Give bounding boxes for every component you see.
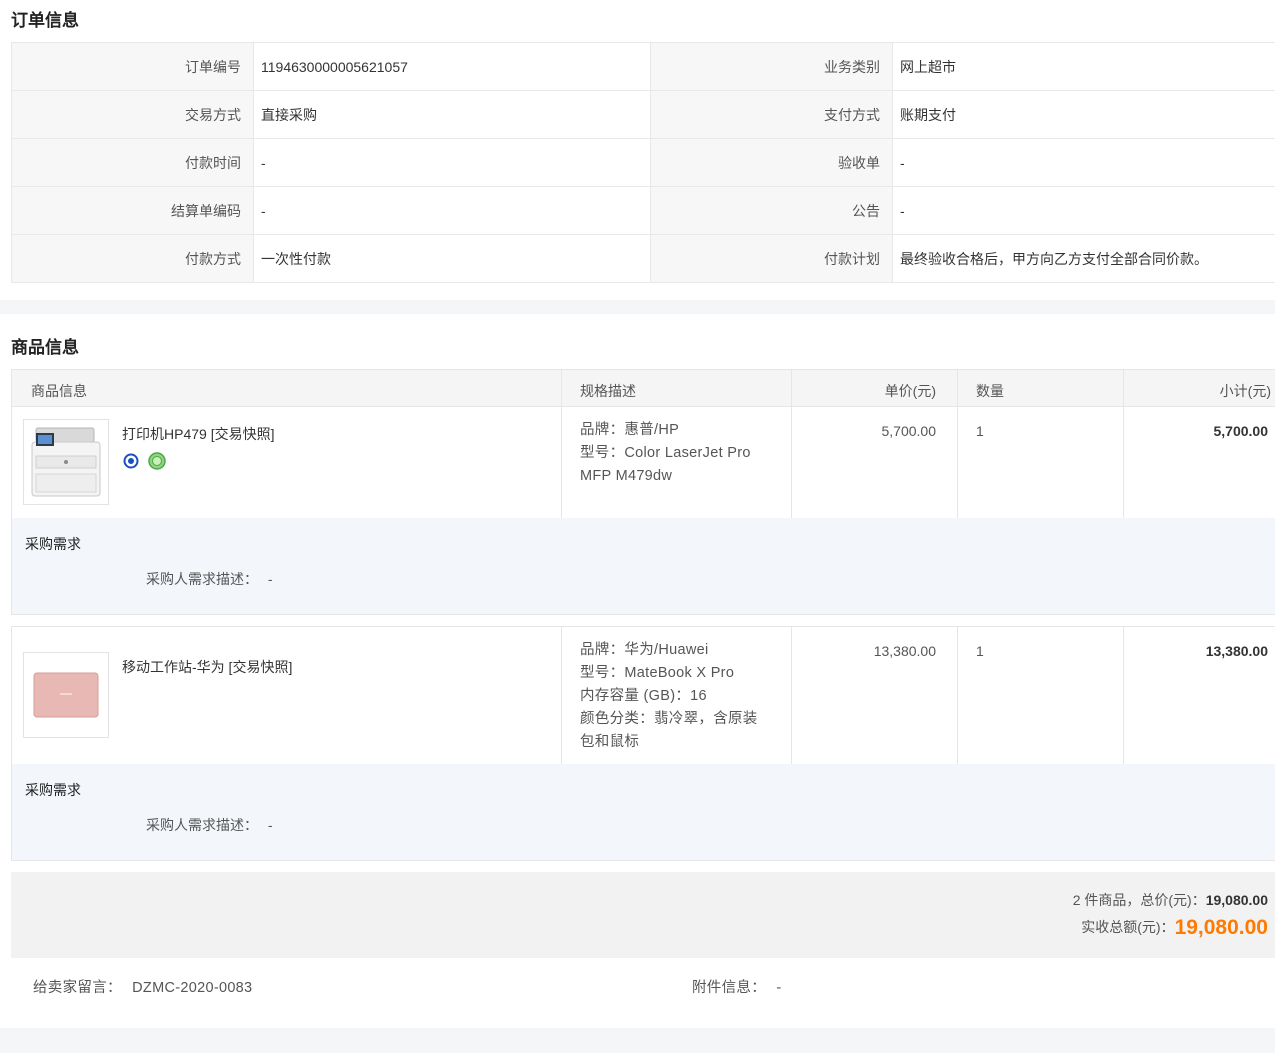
goods-info-title: 商品信息	[11, 338, 79, 357]
order-row: 结算单编码 - 公告 -	[11, 186, 1275, 235]
requirement-label: 采购人需求描述：	[146, 571, 258, 587]
attachment-value: -	[776, 980, 782, 996]
subtotal: 5,700.00	[1213, 423, 1269, 439]
product-spec: 品牌：惠普/HP 型号：Color LaserJet Pro MFP M479d…	[580, 419, 780, 488]
items-count-text: 2 件商品，总价(元)：	[1072, 892, 1206, 908]
col-divider	[1123, 407, 1124, 518]
col-divider	[957, 370, 958, 408]
product-badges	[123, 452, 173, 473]
trade-method-label: 交易方式	[11, 90, 254, 139]
spec-line: 型号：MateBook X Pro	[580, 665, 735, 681]
acceptance-value: -	[892, 138, 1275, 187]
goods-item: 打印机HP479 [交易快照] 品牌：惠普/HP 型号：Color LaserJ…	[11, 407, 1275, 615]
printer-thumbnail[interactable]	[23, 419, 109, 505]
business-type-label: 业务类别	[650, 42, 893, 91]
product-name-link[interactable]: 移动工作站-华为 [交易快照]	[122, 657, 292, 677]
trade-method-value: 直接采购	[253, 90, 651, 139]
spec-line: MFP M479dw	[580, 468, 673, 484]
order-info-title: 订单信息	[11, 11, 79, 30]
seller-message: 给卖家留言： DZMC-2020-0083	[33, 976, 252, 997]
received-label: 实收总额(元)：	[1081, 919, 1175, 935]
col-divider	[791, 627, 792, 764]
col-divider	[561, 407, 562, 518]
col-qty: 数量	[976, 383, 1004, 399]
settlement-code-value: -	[253, 186, 651, 235]
quantity: 1	[976, 423, 984, 439]
items-total-line: 2 件商品，总价(元)：19,080.00	[1073, 890, 1268, 910]
payment-plan-label: 付款计划	[650, 234, 893, 283]
pay-method-label: 支付方式	[650, 90, 893, 139]
received-amount: 19,080.00	[1174, 916, 1268, 939]
col-divider	[561, 370, 562, 408]
order-row: 订单编号 1194630000005621057 业务类别 网上超市	[11, 42, 1275, 91]
spec-line: 内存容量 (GB)：16	[580, 688, 707, 704]
acceptance-label: 验收单	[650, 138, 893, 187]
requirement-label: 采购人需求描述：	[146, 817, 258, 833]
spec-line: 型号：Color LaserJet Pro	[580, 445, 751, 461]
section-divider	[0, 1028, 1275, 1053]
announcement-label: 公告	[650, 186, 893, 235]
payment-time-label: 付款时间	[11, 138, 254, 187]
payment-type-label: 付款方式	[11, 234, 254, 283]
product-name-link[interactable]: 打印机HP479 [交易快照]	[122, 424, 274, 444]
laptop-thumbnail[interactable]	[23, 652, 109, 738]
goods-item: 移动工作站-华为 [交易快照] 品牌：华为/Huawei 型号：MateBook…	[11, 626, 1275, 861]
col-divider	[957, 627, 958, 764]
goods-item-row: 打印机HP479 [交易快照] 品牌：惠普/HP 型号：Color LaserJ…	[12, 407, 1275, 518]
purchase-requirement: 采购需求 采购人需求描述： -	[12, 518, 1275, 614]
col-divider	[791, 370, 792, 408]
unit-price: 5,700.00	[881, 423, 937, 439]
quantity: 1	[976, 643, 984, 659]
seller-message-label: 给卖家留言：	[33, 980, 122, 996]
col-divider	[957, 407, 958, 518]
requirement-description: 采购人需求描述： -	[146, 569, 273, 589]
payment-type-value: 一次性付款	[253, 234, 651, 283]
col-divider	[791, 407, 792, 518]
requirement-value: -	[267, 817, 273, 833]
unit-price: 13,380.00	[873, 643, 936, 659]
requirement-title: 采购需求	[25, 782, 81, 798]
received-total-line: 实收总额(元)：19,080.00	[1081, 916, 1268, 940]
col-divider	[1123, 370, 1124, 408]
requirement-value: -	[267, 571, 273, 587]
order-info-table: 订单编号 1194630000005621057 业务类别 网上超市 交易方式 …	[11, 42, 1275, 283]
section-divider	[0, 300, 1275, 314]
laptop-icon	[33, 672, 99, 718]
order-number-value: 1194630000005621057	[253, 42, 651, 91]
subtotal: 13,380.00	[1205, 643, 1268, 659]
product-spec: 品牌：华为/Huawei 型号：MateBook X Pro 内存容量 (GB)…	[580, 639, 780, 754]
spec-line: 包和鼠标	[580, 734, 640, 750]
attachment-label: 附件信息：	[692, 980, 766, 996]
announcement-value: -	[892, 186, 1275, 235]
order-number-label: 订单编号	[11, 42, 254, 91]
order-row: 交易方式 直接采购 支付方式 账期支付	[11, 90, 1275, 139]
col-subtotal: 小计(元)	[1219, 383, 1271, 399]
requirement-description: 采购人需求描述： -	[146, 815, 273, 835]
col-product: 商品信息	[31, 383, 87, 399]
goods-item-row: 移动工作站-华为 [交易快照] 品牌：华为/Huawei 型号：MateBook…	[12, 627, 1275, 764]
requirement-title: 采购需求	[25, 536, 81, 552]
col-divider	[1123, 627, 1124, 764]
spec-line: 颜色分类：翡冷翠，含原装	[580, 711, 758, 727]
col-divider	[561, 627, 562, 764]
col-spec: 规格描述	[580, 383, 636, 399]
spec-line: 品牌：惠普/HP	[580, 422, 680, 438]
settlement-code-label: 结算单编码	[11, 186, 254, 235]
order-totals: 2 件商品，总价(元)：19,080.00 实收总额(元)：19,080.00	[11, 872, 1275, 958]
pay-method-value: 账期支付	[892, 90, 1275, 139]
order-row: 付款方式 一次性付款 付款计划 最终验收合格后，甲方向乙方支付全部合同价款。	[11, 234, 1275, 283]
printer-icon	[31, 427, 101, 497]
col-price: 单价(元)	[884, 383, 936, 399]
goods-table-header: 商品信息 规格描述 单价(元) 数量 小计(元)	[11, 369, 1275, 408]
purchase-requirement: 采购需求 采购人需求描述： -	[12, 764, 1275, 860]
seller-message-value: DZMC-2020-0083	[132, 980, 253, 996]
payment-plan-value: 最终验收合格后，甲方向乙方支付全部合同价款。	[892, 234, 1275, 283]
certification-badges-icon	[123, 452, 166, 470]
attachment-info: 附件信息： -	[692, 976, 781, 997]
order-row: 付款时间 - 验收单 -	[11, 138, 1275, 187]
payment-time-value: -	[253, 138, 651, 187]
spec-line: 品牌：华为/Huawei	[580, 642, 709, 658]
business-type-value: 网上超市	[892, 42, 1275, 91]
total-price: 19,080.00	[1205, 892, 1268, 908]
